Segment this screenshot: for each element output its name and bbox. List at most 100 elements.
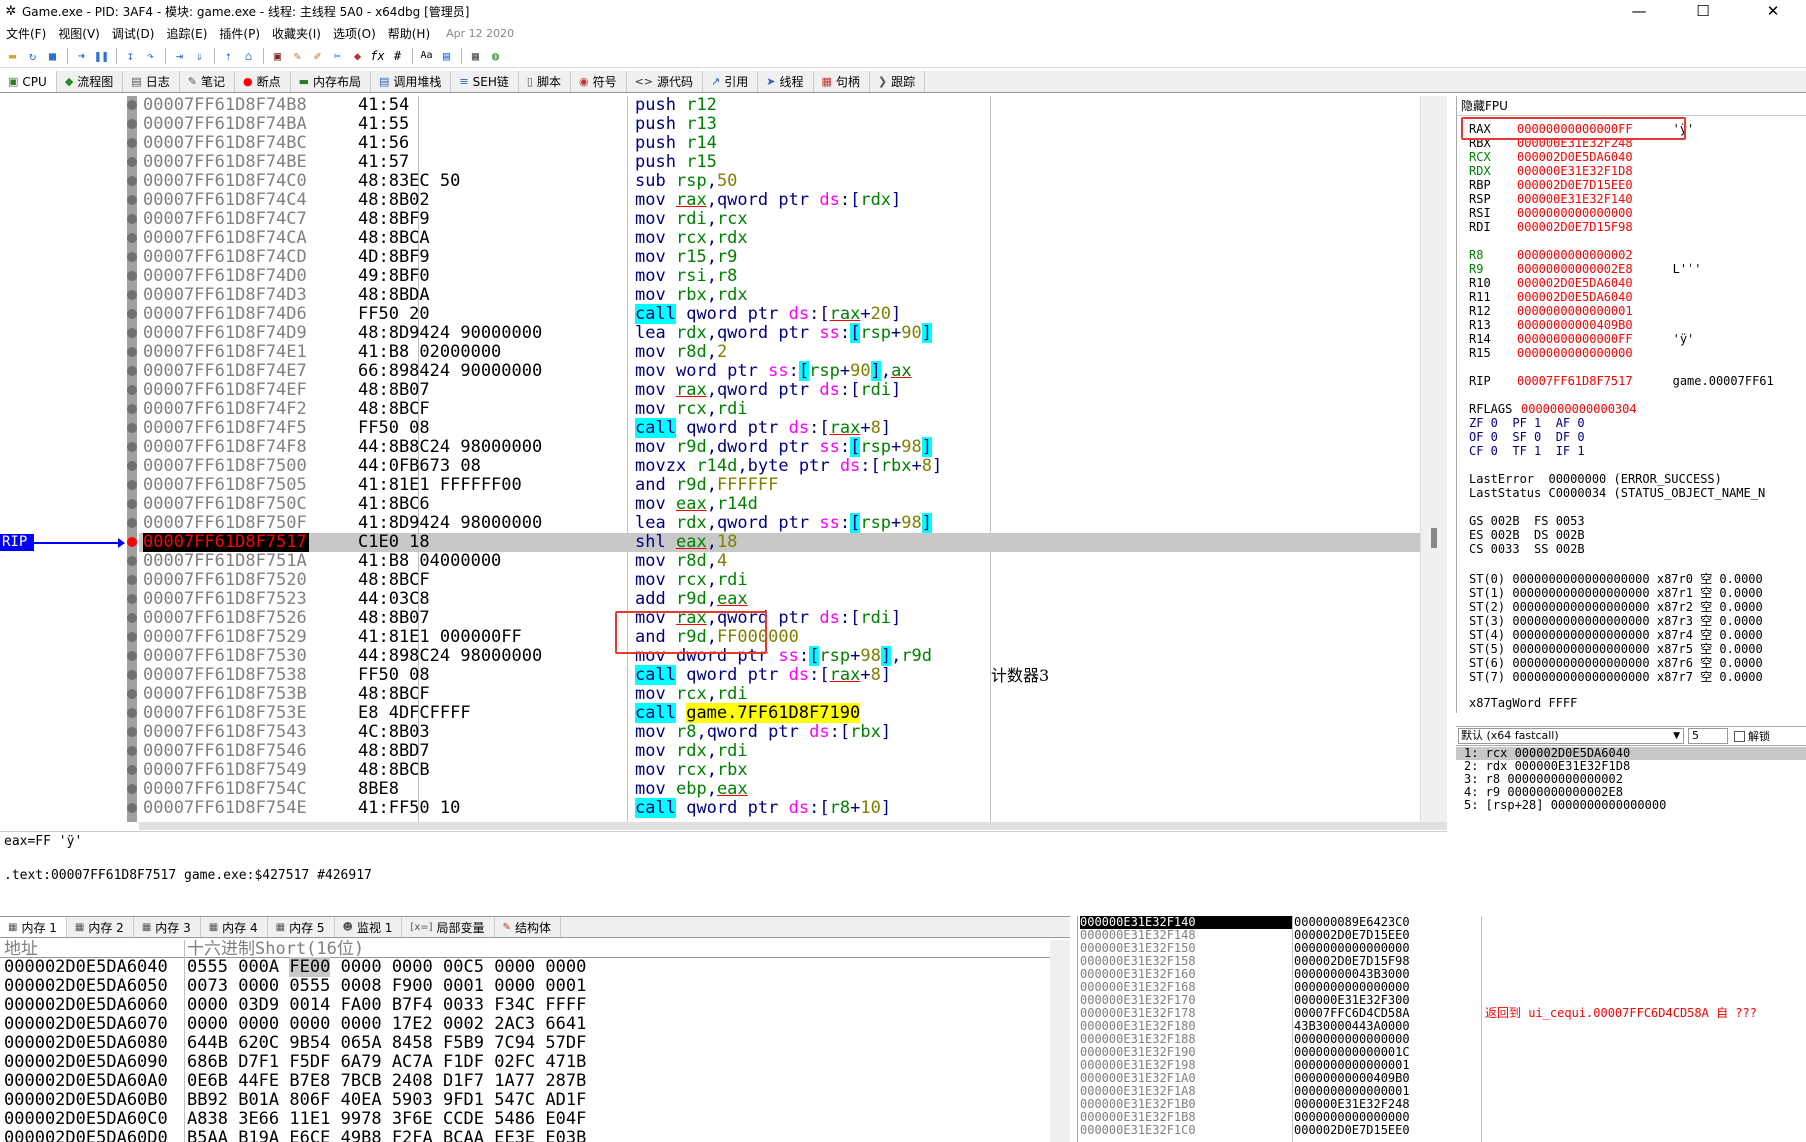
disasm-row[interactable]: 00007FF61D8F753B 48:8BCF mov rcx,rdi bbox=[139, 685, 1447, 704]
row-address[interactable]: 00007FF61D8F7546 bbox=[143, 742, 307, 761]
run-icon[interactable]: ➜ bbox=[72, 47, 91, 65]
row-address[interactable]: 00007FF61D8F7520 bbox=[143, 571, 307, 590]
breakpoint-dot[interactable] bbox=[127, 632, 137, 642]
disasm-row[interactable]: 00007FF61D8F74B8 41:54 push r12 bbox=[139, 96, 1447, 115]
dump-address[interactable]: 000002D0E5DA6090 bbox=[4, 1053, 168, 1072]
globe-icon[interactable]: ◍ bbox=[486, 47, 505, 65]
bottom-tab-2[interactable]: ▦ 内存 3 bbox=[134, 917, 201, 937]
breakpoint-dot[interactable] bbox=[127, 556, 137, 566]
register-value[interactable]: 000000E31E32F140 bbox=[1517, 192, 1633, 206]
dump-word[interactable]: 02FC bbox=[494, 1052, 535, 1072]
dump-word[interactable]: 40EA bbox=[341, 1090, 382, 1110]
dump-word[interactable]: 17E2 bbox=[392, 1014, 433, 1034]
close-button[interactable]: ✕ bbox=[1750, 0, 1796, 22]
breakpoint-dot[interactable] bbox=[127, 404, 137, 414]
dump-word[interactable]: 00C5 bbox=[443, 957, 484, 977]
breakpoint-dot[interactable] bbox=[127, 176, 137, 186]
function-icon[interactable]: ◆ bbox=[348, 47, 367, 65]
disasm-row[interactable]: 00007FF61D8F7505 41:81E1 FFFFFF00 and r9d,… bbox=[139, 476, 1447, 495]
dump-word[interactable]: B5AA bbox=[187, 1128, 228, 1142]
dump-word[interactable]: 5486 bbox=[494, 1109, 535, 1129]
dump-word[interactable]: 11E1 bbox=[289, 1109, 330, 1129]
row-address[interactable]: 00007FF61D8F74CA bbox=[143, 229, 307, 248]
dump-word[interactable]: 0E6B bbox=[187, 1071, 228, 1091]
breakpoint-dot[interactable] bbox=[127, 347, 137, 357]
dump-word[interactable]: 2408 bbox=[392, 1071, 433, 1091]
dump-row[interactable]: 000002D0E5DA6060 0000 03D9 0014 FA00 B7F4… bbox=[0, 996, 1070, 1015]
dump-row[interactable]: 000002D0E5DA60C0 A838 3E66 11E1 9978 3F6E… bbox=[0, 1110, 1070, 1129]
disasm-row[interactable]: 00007FF61D8F74BC 41:56 push r14 bbox=[139, 134, 1447, 153]
label-icon[interactable]: ✐ bbox=[308, 47, 327, 65]
row-address[interactable]: 00007FF61D8F7526 bbox=[143, 609, 307, 628]
dump-word[interactable]: EE3E bbox=[494, 1128, 535, 1142]
dump-word[interactable]: AC7A bbox=[392, 1052, 433, 1072]
disasm-row[interactable]: 00007FF61D8F7517 C1E0 18 shl eax,18 bbox=[139, 533, 1447, 552]
tab-4[interactable]: ● 断点 bbox=[235, 71, 291, 92]
row-address[interactable]: 00007FF61D8F753E bbox=[143, 704, 307, 723]
row-address[interactable]: 00007FF61D8F754E bbox=[143, 799, 307, 818]
dump-row[interactable]: 000002D0E5DA6080 644B 620C 9B54 065A 8458… bbox=[0, 1034, 1070, 1053]
register-value[interactable]: 000002D0E5DA6040 bbox=[1517, 290, 1633, 304]
disasm-row[interactable]: 00007FF61D8F74CA 48:8BCA mov rcx,rdx bbox=[139, 229, 1447, 248]
disasm-row[interactable]: 00007FF61D8F753E E8 4DFCFFFF call game.7FF… bbox=[139, 703, 1447, 723]
dump-word[interactable]: 065A bbox=[341, 1033, 382, 1053]
disassembly-hscrollbar[interactable] bbox=[139, 822, 1447, 830]
disasm-row[interactable]: 00007FF61D8F74F2 48:8BCF mov rcx,rdi bbox=[139, 400, 1447, 419]
flags-row[interactable]: OF 0 SF 0 DF 0 bbox=[1469, 430, 1585, 444]
dump-word[interactable]: BB92 bbox=[187, 1090, 228, 1110]
register-rcx[interactable]: RCX 000002D0E5DA6040 bbox=[1469, 150, 1673, 164]
breakpoint-dot[interactable] bbox=[127, 271, 137, 281]
disasm-row[interactable]: 00007FF61D8F7543 4C:8B03 mov r8,qword ptr … bbox=[139, 723, 1447, 742]
disasm-row[interactable]: 00007FF61D8F74D3 48:8BDA mov rbx,rdx bbox=[139, 286, 1447, 305]
hash-icon[interactable]: # bbox=[388, 47, 407, 65]
dump-word[interactable]: 0000 bbox=[494, 957, 535, 977]
dump-word[interactable]: 0002 bbox=[443, 1014, 484, 1034]
dump-word[interactable]: 0001 bbox=[443, 976, 484, 996]
disasm-row[interactable]: 00007FF61D8F74D6 FF50 20 call qword ptr ds… bbox=[139, 304, 1447, 324]
register-value[interactable]: 00000000000000FF bbox=[1517, 332, 1633, 346]
tab-1[interactable]: ◆ 流程图 bbox=[57, 71, 124, 92]
stack-view[interactable]: 000000E31E32F140 000000089E6423C0 000000E3… bbox=[1077, 916, 1806, 1142]
breakpoint-dot[interactable] bbox=[127, 594, 137, 604]
stack-address[interactable]: 000000E31E32F1C0 bbox=[1080, 1124, 1292, 1137]
step-over-icon[interactable]: ↷ bbox=[141, 47, 160, 65]
strings-icon[interactable]: Aa bbox=[417, 47, 436, 65]
bottom-tab-1[interactable]: ▦ 内存 2 bbox=[67, 917, 134, 937]
dump-word[interactable]: 0000 bbox=[494, 976, 535, 996]
breakpoint-dot[interactable] bbox=[127, 252, 137, 262]
dump-word[interactable]: F34C bbox=[494, 995, 535, 1015]
segment-row[interactable]: CS 0033 SS 002B bbox=[1469, 542, 1585, 556]
open-icon[interactable]: ▬ bbox=[3, 47, 22, 65]
stack-value[interactable]: 000002D0E7D15EE0 bbox=[1294, 1124, 1410, 1137]
row-address[interactable]: 00007FF61D8F74EF bbox=[143, 381, 307, 400]
calling-convention-select[interactable]: 默认 (x64 fastcall) bbox=[1458, 728, 1684, 744]
row-address[interactable]: 00007FF61D8F74BC bbox=[143, 134, 307, 153]
dump-word[interactable]: F1DF bbox=[443, 1052, 484, 1072]
disassembly-gutter[interactable]: RIP bbox=[0, 96, 137, 822]
dump-word[interactable]: 0555 bbox=[187, 957, 228, 977]
disasm-row[interactable]: 00007FF61D8F74E7 66:898424 90000000 mov wo… bbox=[139, 361, 1447, 381]
menu-item-6[interactable]: 选项(O) bbox=[327, 25, 382, 42]
dump-word[interactable]: 0555 bbox=[289, 976, 330, 996]
breakpoint-dot[interactable] bbox=[127, 480, 137, 490]
dump-word[interactable]: 03D9 bbox=[238, 995, 279, 1015]
dump-row[interactable]: 000002D0E5DA6090 686B D7F1 F5DF 6A79 AC7A… bbox=[0, 1053, 1070, 1072]
menu-item-5[interactable]: 收藏夹(I) bbox=[266, 25, 327, 42]
register-r9[interactable]: R9 00000000000002E8 L'ˈ' bbox=[1469, 262, 1702, 276]
dump-word[interactable]: 0000 bbox=[187, 1014, 228, 1034]
disasm-row[interactable]: 00007FF61D8F7538 FF50 08 call qword ptr ds… bbox=[139, 665, 1447, 685]
dump-word[interactable]: 0033 bbox=[443, 995, 484, 1015]
register-value[interactable]: 000002D0E7D15F98 bbox=[1517, 220, 1633, 234]
row-address[interactable]: 00007FF61D8F7529 bbox=[143, 628, 307, 647]
dump-word[interactable]: 6641 bbox=[545, 1014, 586, 1034]
register-value[interactable]: 0000000000000000 bbox=[1517, 346, 1633, 360]
calls-icon[interactable]: ▤ bbox=[437, 47, 456, 65]
breakpoint-dot[interactable] bbox=[127, 290, 137, 300]
tagword-row[interactable]: x87TagWord FFFF bbox=[1469, 696, 1577, 710]
disasm-row[interactable]: 00007FF61D8F7523 44:03C8 add r9d,eax bbox=[139, 590, 1447, 609]
register-value[interactable]: 000002D0E5DA6040 bbox=[1517, 276, 1633, 290]
disasm-row[interactable]: 00007FF61D8F74D0 49:8BF0 mov rsi,r8 bbox=[139, 267, 1447, 286]
register-rip[interactable]: RIP 00007FF61D8F7517 game.00007FF61 bbox=[1469, 374, 1774, 388]
breakpoint-dot[interactable] bbox=[127, 689, 137, 699]
bookmark-icon[interactable]: ✂ bbox=[328, 47, 347, 65]
